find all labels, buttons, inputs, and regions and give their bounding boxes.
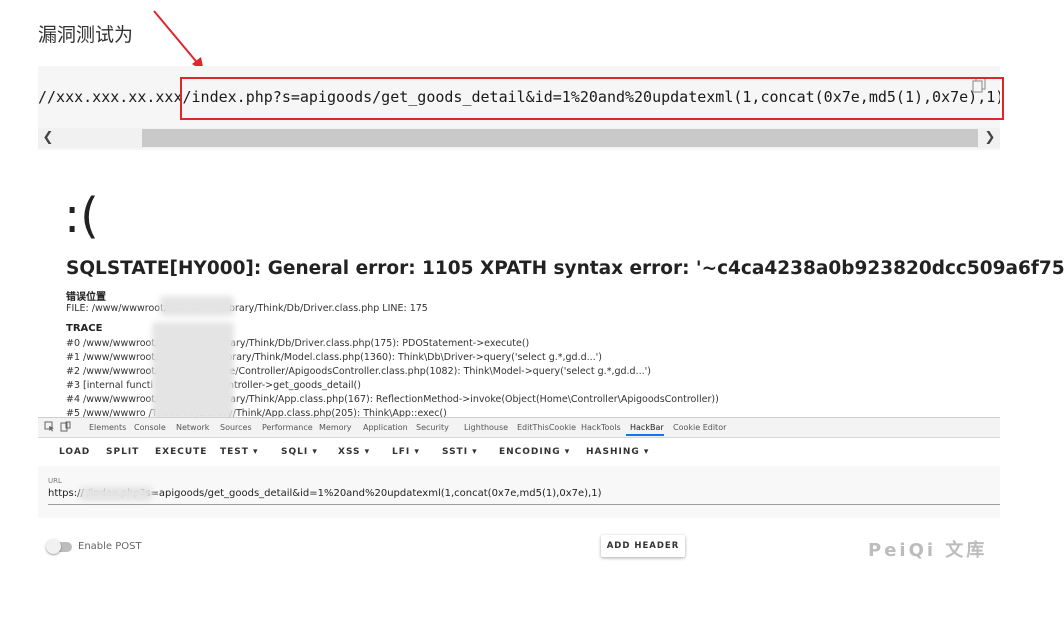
sqli-dropdown[interactable]: SQLI ▾ [281, 447, 318, 457]
inspect-cursor-icon[interactable] [44, 421, 55, 432]
redaction-blur [80, 487, 152, 501]
highlight-box [180, 77, 1004, 120]
url-input-underline [48, 504, 1000, 505]
xss-dropdown[interactable]: XSS ▾ [338, 447, 370, 457]
load-button[interactable]: LOAD [59, 447, 90, 457]
annotation-arrow-icon [153, 10, 204, 72]
enable-post-label: Enable POST [78, 541, 142, 552]
device-toggle-icon[interactable] [60, 421, 71, 432]
tab-performance[interactable]: Performance [262, 423, 313, 432]
url-label: URL [48, 477, 62, 485]
tab-hackbar[interactable]: HackBar [630, 423, 664, 432]
enable-post-toggle[interactable] [46, 539, 72, 554]
execute-button[interactable]: EXECUTE [155, 447, 207, 457]
scroll-left-icon[interactable]: ❮ [38, 128, 58, 148]
redaction-blur [152, 322, 234, 420]
toggle-knob[interactable] [46, 539, 61, 554]
trace-label: TRACE [66, 323, 103, 334]
tab-elements[interactable]: Elements [89, 423, 126, 432]
add-header-button[interactable]: ADD HEADER [601, 535, 685, 557]
article-heading: 漏洞测试为 [38, 24, 134, 46]
hashing-dropdown[interactable]: HASHING ▾ [586, 447, 649, 457]
error-location-label: 错误位置 [66, 292, 106, 303]
active-tab-indicator [626, 434, 664, 436]
lfi-dropdown[interactable]: LFI ▾ [392, 447, 420, 457]
tab-network[interactable]: Network [176, 423, 209, 432]
scrollbar-thumb[interactable] [142, 129, 978, 147]
error-title: SQLSTATE[HY000]: General error: 1105 XPA… [66, 258, 1064, 279]
tab-console[interactable]: Console [134, 423, 166, 432]
devtools-tab-bar: Elements Console Network Sources Perform… [38, 418, 1000, 438]
tab-cookie-editor[interactable]: Cookie Editor [673, 423, 726, 432]
encoding-dropdown[interactable]: ENCODING ▾ [499, 447, 570, 457]
tab-security[interactable]: Security [416, 423, 449, 432]
redaction-blur [160, 296, 234, 316]
devtools-panel: Elements Console Network Sources Perform… [38, 417, 1000, 568]
tab-sources[interactable]: Sources [220, 423, 252, 432]
tab-lighthouse[interactable]: Lighthouse [464, 423, 508, 432]
tab-application[interactable]: Application [363, 423, 408, 432]
trace-line: #1 /www/wwwroot/h /ThinkPHP/Library/Thin… [66, 352, 603, 363]
scroll-right-icon[interactable]: ❯ [980, 128, 1000, 148]
tab-memory[interactable]: Memory [319, 423, 352, 432]
horizontal-scrollbar[interactable]: ❮ ❯ [38, 128, 1000, 148]
hackbar-toolbar: LOAD SPLIT EXECUTE TEST ▾ SQLI ▾ XSS ▾ L… [38, 438, 1000, 464]
ssti-dropdown[interactable]: SSTI ▾ [442, 447, 478, 457]
watermark-logo: PeiQi 文库 [868, 540, 988, 561]
split-button[interactable]: SPLIT [106, 447, 139, 457]
trace-line: #0 /www/wwwroot/ /ThinkPHP/Library/Think… [66, 338, 530, 349]
test-dropdown[interactable]: TEST ▾ [220, 447, 259, 457]
url-panel: URL https:// /index.php?s=apigoods/get_g… [38, 466, 1000, 518]
sad-face: :( [64, 188, 99, 244]
file-line: FILE: /www/wwwroot/ /ThinkPHP/Library/Th… [66, 303, 428, 314]
tab-hacktools[interactable]: HackTools [581, 423, 621, 432]
tab-editthiscookie[interactable]: EditThisCookie [517, 423, 576, 432]
